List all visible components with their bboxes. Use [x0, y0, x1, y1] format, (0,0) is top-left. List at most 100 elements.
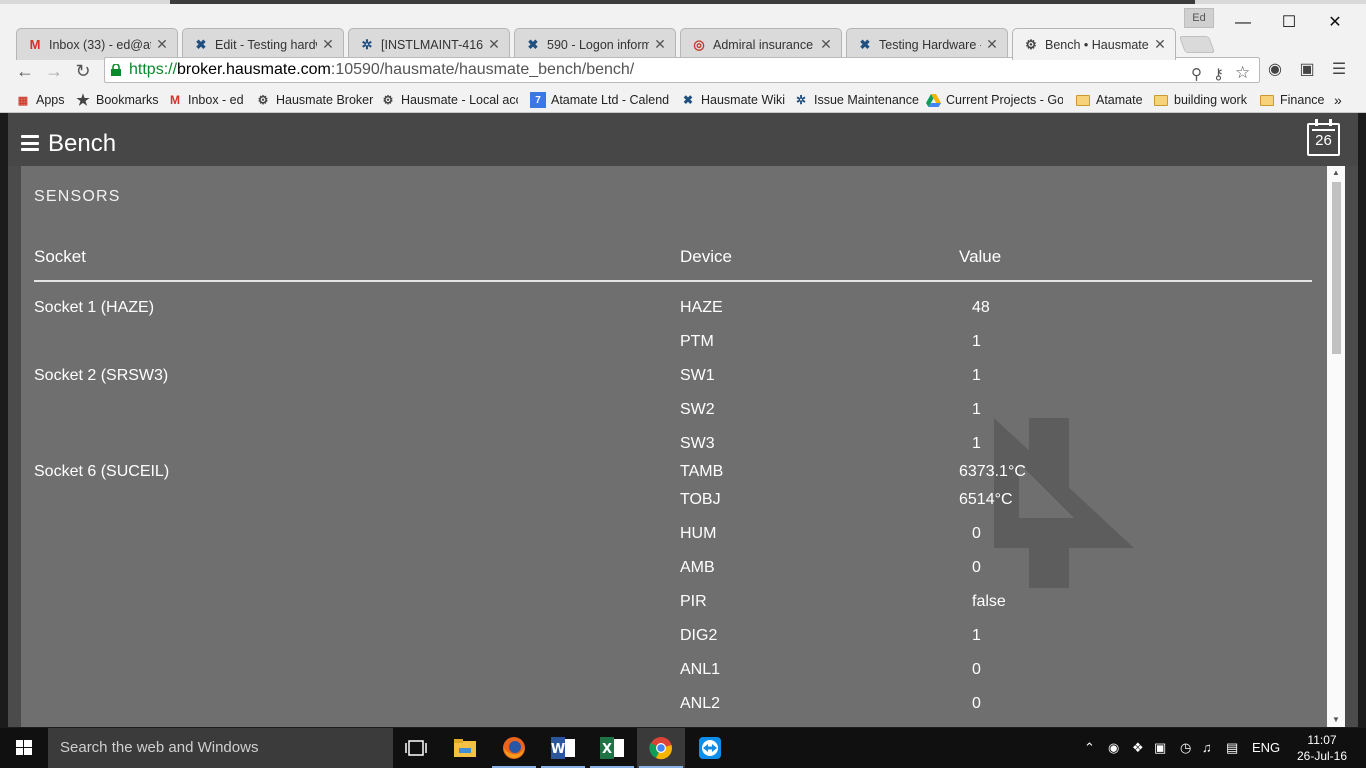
- device-cell: DIG2: [680, 627, 718, 644]
- zoom-icon[interactable]: ⚲: [1191, 63, 1202, 87]
- jira-icon: ✲: [361, 36, 373, 52]
- menu-icon[interactable]: ☰: [1328, 59, 1350, 81]
- close-window-button[interactable]: ✕: [1312, 8, 1358, 38]
- bookmark-folder-building-work[interactable]: building work: [1153, 90, 1247, 110]
- close-icon[interactable]: ✕: [155, 36, 169, 53]
- bookmark-bookmarks[interactable]: ★ Bookmarks: [75, 90, 158, 110]
- bookmark-folder-atamate[interactable]: Atamate: [1075, 90, 1143, 110]
- wifi-icon[interactable]: ◷: [1180, 740, 1191, 756]
- extension-icon[interactable]: ◉: [1264, 59, 1286, 81]
- key-icon[interactable]: ⚷: [1213, 63, 1224, 87]
- forward-button[interactable]: →: [41, 58, 67, 84]
- back-button[interactable]: ←: [12, 58, 38, 84]
- scrollbar[interactable]: ▲ ▼: [1327, 166, 1345, 727]
- browser-toolbar: ← → ↻ https://broker.hausmate.com:10590/…: [0, 56, 1366, 86]
- file-explorer-icon: [454, 739, 476, 757]
- bookmark-hausmate-broker[interactable]: ⚙ Hausmate Broker: [255, 90, 374, 110]
- value-cell: 0: [972, 559, 981, 576]
- language-indicator[interactable]: ENG: [1252, 740, 1280, 755]
- bookmark-current-projects[interactable]: Current Projects - Goo: [925, 90, 1063, 110]
- drive-icon: [925, 92, 941, 108]
- close-icon[interactable]: ✕: [653, 36, 667, 53]
- browser-chrome: M Inbox (33) - ed@atam ✕ ✖ Edit - Testin…: [0, 0, 1366, 113]
- tray-app-icon[interactable]: ◉: [1108, 740, 1119, 756]
- page-title: Bench: [48, 130, 117, 157]
- x-wiki-icon: ✖: [682, 93, 694, 107]
- address-bar[interactable]: https://broker.hausmate.com:10590/hausma…: [104, 57, 1260, 83]
- close-icon[interactable]: ✕: [985, 36, 999, 53]
- bookmarks-overflow-button[interactable]: »: [1334, 90, 1342, 110]
- new-tab-button[interactable]: [1178, 36, 1216, 53]
- apps-grid-icon: ▦: [17, 94, 29, 107]
- value-cell: 0: [972, 695, 981, 712]
- bookmark-hausmate-local[interactable]: ⚙ Hausmate - Local acc: [380, 90, 518, 110]
- scroll-up-arrow-icon[interactable]: ▲: [1327, 166, 1345, 180]
- device-cell: SW1: [680, 367, 715, 384]
- chrome-icon: [649, 737, 672, 760]
- bookmark-issue-maintenance[interactable]: ✲ Issue Maintenance: [793, 90, 919, 110]
- star-icon[interactable]: ☆: [1235, 61, 1250, 85]
- notification-icon[interactable]: ▤: [1226, 740, 1238, 756]
- tray-chevron-up-icon[interactable]: ⌃: [1084, 740, 1095, 756]
- header-divider: [34, 280, 1312, 282]
- calendar-day: 26: [1315, 132, 1332, 149]
- hausmate-icon: ⚙: [1025, 36, 1037, 52]
- hausmate-icon: ⚙: [382, 93, 394, 107]
- bookmark-hausmate-wiki[interactable]: ✖ Hausmate Wiki: [680, 90, 785, 110]
- start-button[interactable]: [0, 728, 48, 768]
- task-view-button[interactable]: [392, 728, 440, 768]
- calendar-icon[interactable]: 26: [1307, 119, 1340, 156]
- word-icon: W: [551, 737, 575, 759]
- dropbox-icon[interactable]: ❖: [1132, 740, 1144, 756]
- bookmark-apps[interactable]: ▦ Apps: [15, 90, 65, 110]
- image-extension-icon[interactable]: ▣: [1296, 59, 1318, 81]
- column-header-socket: Socket: [34, 247, 86, 266]
- system-clock[interactable]: 11:07 26-Jul-16: [1290, 732, 1354, 764]
- hamburger-menu-icon[interactable]: [21, 135, 39, 151]
- close-icon[interactable]: ✕: [321, 36, 335, 53]
- maximize-button[interactable]: ☐: [1266, 8, 1312, 38]
- tab-bench-hausmate[interactable]: ⚙ Bench • Hausmate ✕: [1012, 28, 1176, 60]
- taskbar: Search the web and Windows W X ⌃ ◉ ❖ ▣ ◷…: [0, 728, 1366, 768]
- device-cell: HAZE: [680, 299, 723, 316]
- scroll-down-arrow-icon[interactable]: ▼: [1327, 713, 1345, 727]
- taskbar-word[interactable]: W: [539, 728, 587, 768]
- taskbar-file-explorer[interactable]: [441, 728, 489, 768]
- folder-icon: [1153, 92, 1169, 108]
- column-header-device: Device: [680, 247, 732, 266]
- bookmark-inbox[interactable]: M Inbox - ed: [167, 90, 244, 110]
- bookmark-folder-finance[interactable]: Finance: [1259, 90, 1324, 110]
- close-icon[interactable]: ✕: [1153, 36, 1167, 53]
- taskbar-chrome[interactable]: [637, 728, 685, 768]
- value-cell: false: [972, 593, 1006, 610]
- app-header: Bench 26: [8, 113, 1358, 166]
- close-icon[interactable]: ✕: [487, 36, 501, 53]
- value-cell: 6373.1°C: [959, 463, 1026, 480]
- value-cell: 0: [972, 661, 981, 678]
- bookmarks-bar: ▦ Apps ★ Bookmarks M Inbox - ed ⚙ Hausma…: [0, 86, 1366, 113]
- folder-icon: [1259, 92, 1275, 108]
- scrollbar-thumb[interactable]: [1332, 182, 1341, 354]
- sensors-panel: SENSORS Socket Device Value Socket 1 (HA…: [21, 166, 1327, 727]
- value-cell: 0: [972, 525, 981, 542]
- taskbar-teamviewer[interactable]: [686, 728, 734, 768]
- minimize-button[interactable]: —: [1220, 8, 1266, 38]
- profile-button[interactable]: Ed: [1184, 8, 1214, 28]
- taskbar-excel[interactable]: X: [588, 728, 636, 768]
- reload-button[interactable]: ↻: [70, 58, 96, 84]
- device-cell: ANL2: [680, 695, 721, 712]
- device-cell: TOBJ: [680, 491, 721, 508]
- close-icon[interactable]: ✕: [819, 36, 833, 53]
- bookmark-atamate-calendar[interactable]: 7 Atamate Ltd - Calend: [530, 90, 670, 110]
- socket-cell: Socket 6 (SUCEIL): [34, 463, 170, 480]
- value-cell: 48: [972, 299, 990, 316]
- battery-icon[interactable]: ▣: [1154, 740, 1166, 756]
- device-cell: TAMB: [680, 463, 724, 480]
- device-cell: SW2: [680, 401, 715, 418]
- taskbar-firefox[interactable]: [490, 728, 538, 768]
- taskbar-search-box[interactable]: Search the web and Windows: [48, 728, 393, 768]
- clock-date: 26-Jul-16: [1296, 749, 1348, 763]
- svg-text:X: X: [602, 742, 612, 757]
- windows-logo-icon: [16, 740, 32, 755]
- volume-icon[interactable]: ♫: [1202, 740, 1212, 755]
